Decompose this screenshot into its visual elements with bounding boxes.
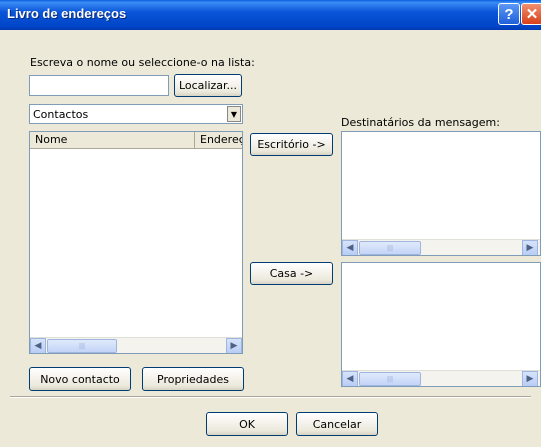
column-header-address[interactable]: Endereç: [195, 132, 242, 149]
address-book-dialog: Livro de endereços ? ✕ Escreva o nome ou…: [0, 0, 541, 447]
home-recipients-list[interactable]: ◀ ||| ▶: [341, 262, 541, 387]
cancel-button[interactable]: Cancelar: [296, 412, 378, 436]
search-prompt-label: Escreva o nome ou seleccione-o na lista:: [30, 56, 255, 69]
office-add-button[interactable]: Escritório ->: [250, 133, 333, 156]
office-horizontal-scrollbar[interactable]: ◀ ||| ▶: [342, 239, 540, 255]
footer-divider: [10, 396, 531, 398]
scroll-thumb[interactable]: |||: [359, 372, 421, 386]
contacts-horizontal-scrollbar[interactable]: ◀ ||| ▶: [30, 337, 242, 353]
scroll-thumb[interactable]: |||: [47, 339, 117, 353]
close-button[interactable]: ✕: [521, 3, 541, 25]
scroll-left-icon[interactable]: ◀: [342, 240, 358, 255]
contacts-list[interactable]: Nome Endereç ◀ ||| ▶: [29, 131, 243, 354]
source-select-value: Contactos: [33, 108, 89, 121]
source-select[interactable]: Contactos ▼: [29, 104, 243, 124]
scroll-right-icon[interactable]: ▶: [522, 240, 538, 255]
scroll-thumb[interactable]: |||: [359, 241, 421, 255]
help-button[interactable]: ?: [498, 3, 520, 25]
home-add-button[interactable]: Casa ->: [250, 262, 333, 285]
window-title: Livro de endereços: [7, 6, 127, 21]
recipients-label: Destinatários da mensagem:: [341, 116, 500, 129]
help-icon: ?: [504, 5, 514, 23]
find-button[interactable]: Localizar...: [174, 74, 242, 97]
name-search-input[interactable]: [29, 75, 169, 96]
scroll-right-icon[interactable]: ▶: [522, 371, 538, 386]
close-icon: ✕: [525, 6, 539, 23]
title-bar[interactable]: Livro de endereços ? ✕: [0, 0, 541, 30]
scroll-left-icon[interactable]: ◀: [30, 338, 46, 353]
properties-button[interactable]: Propriedades: [142, 367, 244, 391]
column-header-name[interactable]: Nome: [30, 132, 195, 149]
home-horizontal-scrollbar[interactable]: ◀ ||| ▶: [342, 370, 540, 386]
new-contact-button[interactable]: Novo contacto: [29, 367, 131, 391]
chevron-down-icon[interactable]: ▼: [227, 106, 241, 122]
ok-button[interactable]: OK: [206, 412, 288, 436]
office-recipients-list[interactable]: ◀ ||| ▶: [341, 131, 541, 256]
scroll-right-icon[interactable]: ▶: [226, 338, 242, 353]
scroll-left-icon[interactable]: ◀: [342, 371, 358, 386]
